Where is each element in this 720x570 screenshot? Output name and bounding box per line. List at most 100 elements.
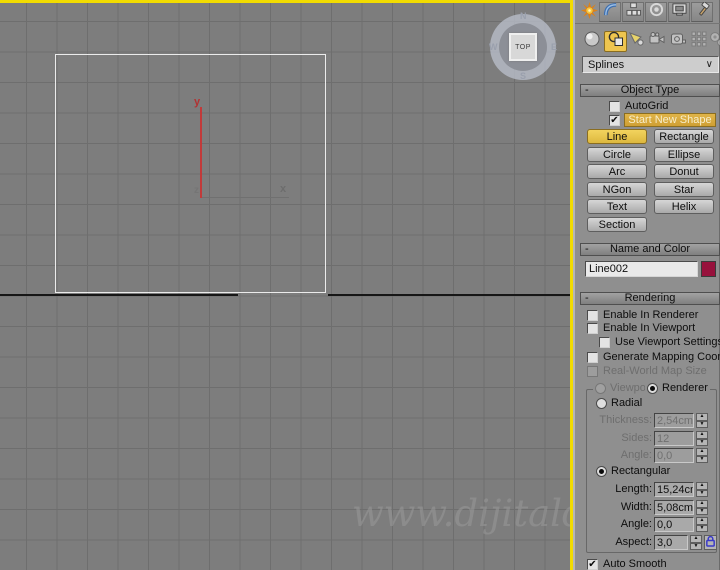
tab-create[interactable] [580, 1, 599, 23]
spinner-down-icon[interactable]: ▼ [696, 438, 708, 446]
viewcube-top-face[interactable]: TOP [509, 33, 537, 61]
rollout-header-rendering[interactable]: - Rendering [580, 292, 720, 305]
arc-button[interactable]: Arc [587, 164, 647, 179]
ellipse-button[interactable]: Ellipse [654, 147, 714, 162]
generate-mapping-coords-label: Generate Mapping Coords. [603, 351, 720, 363]
gizmo-x-axis [202, 197, 289, 198]
aspect-lock-button[interactable] [704, 535, 717, 550]
circle-button[interactable]: Circle [587, 147, 647, 162]
spinner-up-icon[interactable]: ▲ [690, 535, 702, 543]
start-new-shape-button[interactable]: Start New Shape [624, 113, 716, 127]
viewport-radio[interactable] [595, 383, 606, 394]
autogrid-checkbox[interactable] [609, 101, 620, 112]
rectangle-button[interactable]: Rectangle [654, 129, 714, 144]
length-field[interactable]: 15,24cm [654, 482, 694, 497]
ngon-button[interactable]: NGon [587, 182, 647, 197]
real-world-map-size-checkbox [587, 366, 598, 377]
spinner-up-icon[interactable]: ▲ [696, 482, 708, 490]
section-button[interactable]: Section [587, 217, 647, 232]
spinner-down-icon[interactable]: ▼ [696, 524, 708, 532]
object-color-swatch[interactable] [701, 261, 716, 277]
sides-spinner[interactable]: ▲ ▼ [696, 431, 708, 446]
enable-in-viewport-checkbox[interactable] [587, 323, 598, 334]
dropdown-value: Splines [588, 58, 625, 71]
compass-north[interactable]: N [520, 11, 527, 21]
category-helpers[interactable] [668, 31, 688, 52]
spinner-up-icon[interactable]: ▲ [696, 517, 708, 525]
spinner-down-icon[interactable]: ▼ [696, 455, 708, 463]
enable-in-renderer-checkbox[interactable] [587, 310, 598, 321]
spinner-down-icon[interactable]: ▼ [690, 542, 702, 550]
collapse-icon: - [585, 292, 589, 304]
aspect-spinner[interactable]: ▲ ▼ [690, 535, 702, 550]
world-x-axis-line [0, 294, 238, 296]
thickness-label: Thickness: [599, 414, 652, 426]
spinner-up-icon[interactable]: ▲ [696, 413, 708, 421]
radial-angle-field[interactable]: 0,0 [654, 448, 694, 463]
use-viewport-settings-checkbox[interactable] [599, 337, 610, 348]
thickness-spinner[interactable]: ▲ ▼ [696, 413, 708, 428]
renderer-radio[interactable] [647, 383, 658, 394]
length-spinner[interactable]: ▲ ▼ [696, 482, 708, 497]
active-viewport-border [570, 0, 573, 570]
category-space-warps[interactable] [689, 31, 709, 52]
radial-angle-spinner[interactable]: ▲ ▼ [696, 448, 708, 463]
helix-button[interactable]: Helix [654, 199, 714, 214]
rect-angle-field[interactable]: 0,0 [654, 517, 694, 532]
cameras-icon [649, 31, 665, 52]
axis-y-label: y [194, 96, 201, 108]
spline-type-dropdown[interactable]: Splines ∨ [582, 56, 719, 73]
compass-east[interactable]: E [551, 42, 557, 52]
tab-motion[interactable] [645, 2, 667, 22]
auto-smooth-label: Auto Smooth [603, 558, 667, 570]
rectangular-radio[interactable] [596, 466, 607, 477]
compass-south[interactable]: S [520, 71, 526, 81]
generate-mapping-coords-checkbox[interactable] [587, 352, 598, 363]
line-button[interactable]: Line [587, 129, 647, 144]
display-monitor-icon [671, 2, 687, 22]
width-spinner[interactable]: ▲ ▼ [696, 500, 708, 515]
spinner-down-icon[interactable]: ▼ [696, 420, 708, 428]
rect-angle-spinner[interactable]: ▲ ▼ [696, 517, 708, 532]
aspect-field[interactable]: 3,0 [654, 535, 688, 550]
tab-display[interactable] [668, 2, 690, 22]
category-cameras[interactable] [647, 31, 667, 52]
text-button[interactable]: Text [587, 199, 647, 214]
real-world-map-size-label: Real-World Map Size [603, 365, 707, 377]
spinner-down-icon[interactable]: ▼ [696, 489, 708, 497]
spinner-up-icon[interactable]: ▲ [696, 500, 708, 508]
sides-field[interactable]: 12 [654, 431, 694, 446]
category-geometry[interactable] [582, 31, 602, 52]
object-name-input[interactable] [585, 261, 698, 277]
autogrid-label: AutoGrid [625, 100, 669, 112]
viewcube[interactable]: TOP N S E W [489, 11, 557, 81]
category-systems[interactable] [707, 31, 720, 52]
spinner-up-icon[interactable]: ▲ [696, 448, 708, 456]
check-icon: ✔ [588, 559, 597, 570]
compass-west[interactable]: W [489, 42, 498, 52]
category-lights[interactable] [626, 31, 646, 52]
tab-utilities[interactable] [691, 1, 713, 22]
spinner-up-icon[interactable]: ▲ [696, 431, 708, 439]
radial-label: Radial [611, 397, 643, 409]
spinner-down-icon[interactable]: ▼ [696, 507, 708, 515]
width-label: Width: [620, 501, 652, 513]
star-button[interactable]: Star [654, 182, 714, 197]
width-field[interactable]: 5,08cm [654, 500, 694, 515]
collapse-icon: - [585, 84, 589, 96]
donut-button[interactable]: Donut [654, 164, 714, 179]
rollout-header-name-and-color[interactable]: - Name and Color [580, 243, 720, 256]
rollout-title: Name and Color [609, 243, 691, 255]
radial-radio[interactable] [596, 398, 607, 409]
collapse-icon: - [585, 243, 589, 255]
rollout-header-object-type[interactable]: - Object Type [580, 84, 720, 97]
category-shapes[interactable] [604, 31, 627, 52]
tab-modify[interactable] [599, 2, 621, 22]
viewport-top-view[interactable]: y x z TOP N S E W www.dijitalders [0, 0, 573, 570]
start-new-shape-checkbox[interactable]: ✔ [609, 115, 620, 126]
spline-rectangle-shape[interactable] [55, 54, 326, 293]
tab-hierarchy[interactable] [622, 2, 644, 22]
thickness-field[interactable]: 2,54cm [654, 413, 694, 428]
active-viewport-border [0, 0, 573, 3]
auto-smooth-checkbox[interactable]: ✔ [587, 559, 598, 570]
